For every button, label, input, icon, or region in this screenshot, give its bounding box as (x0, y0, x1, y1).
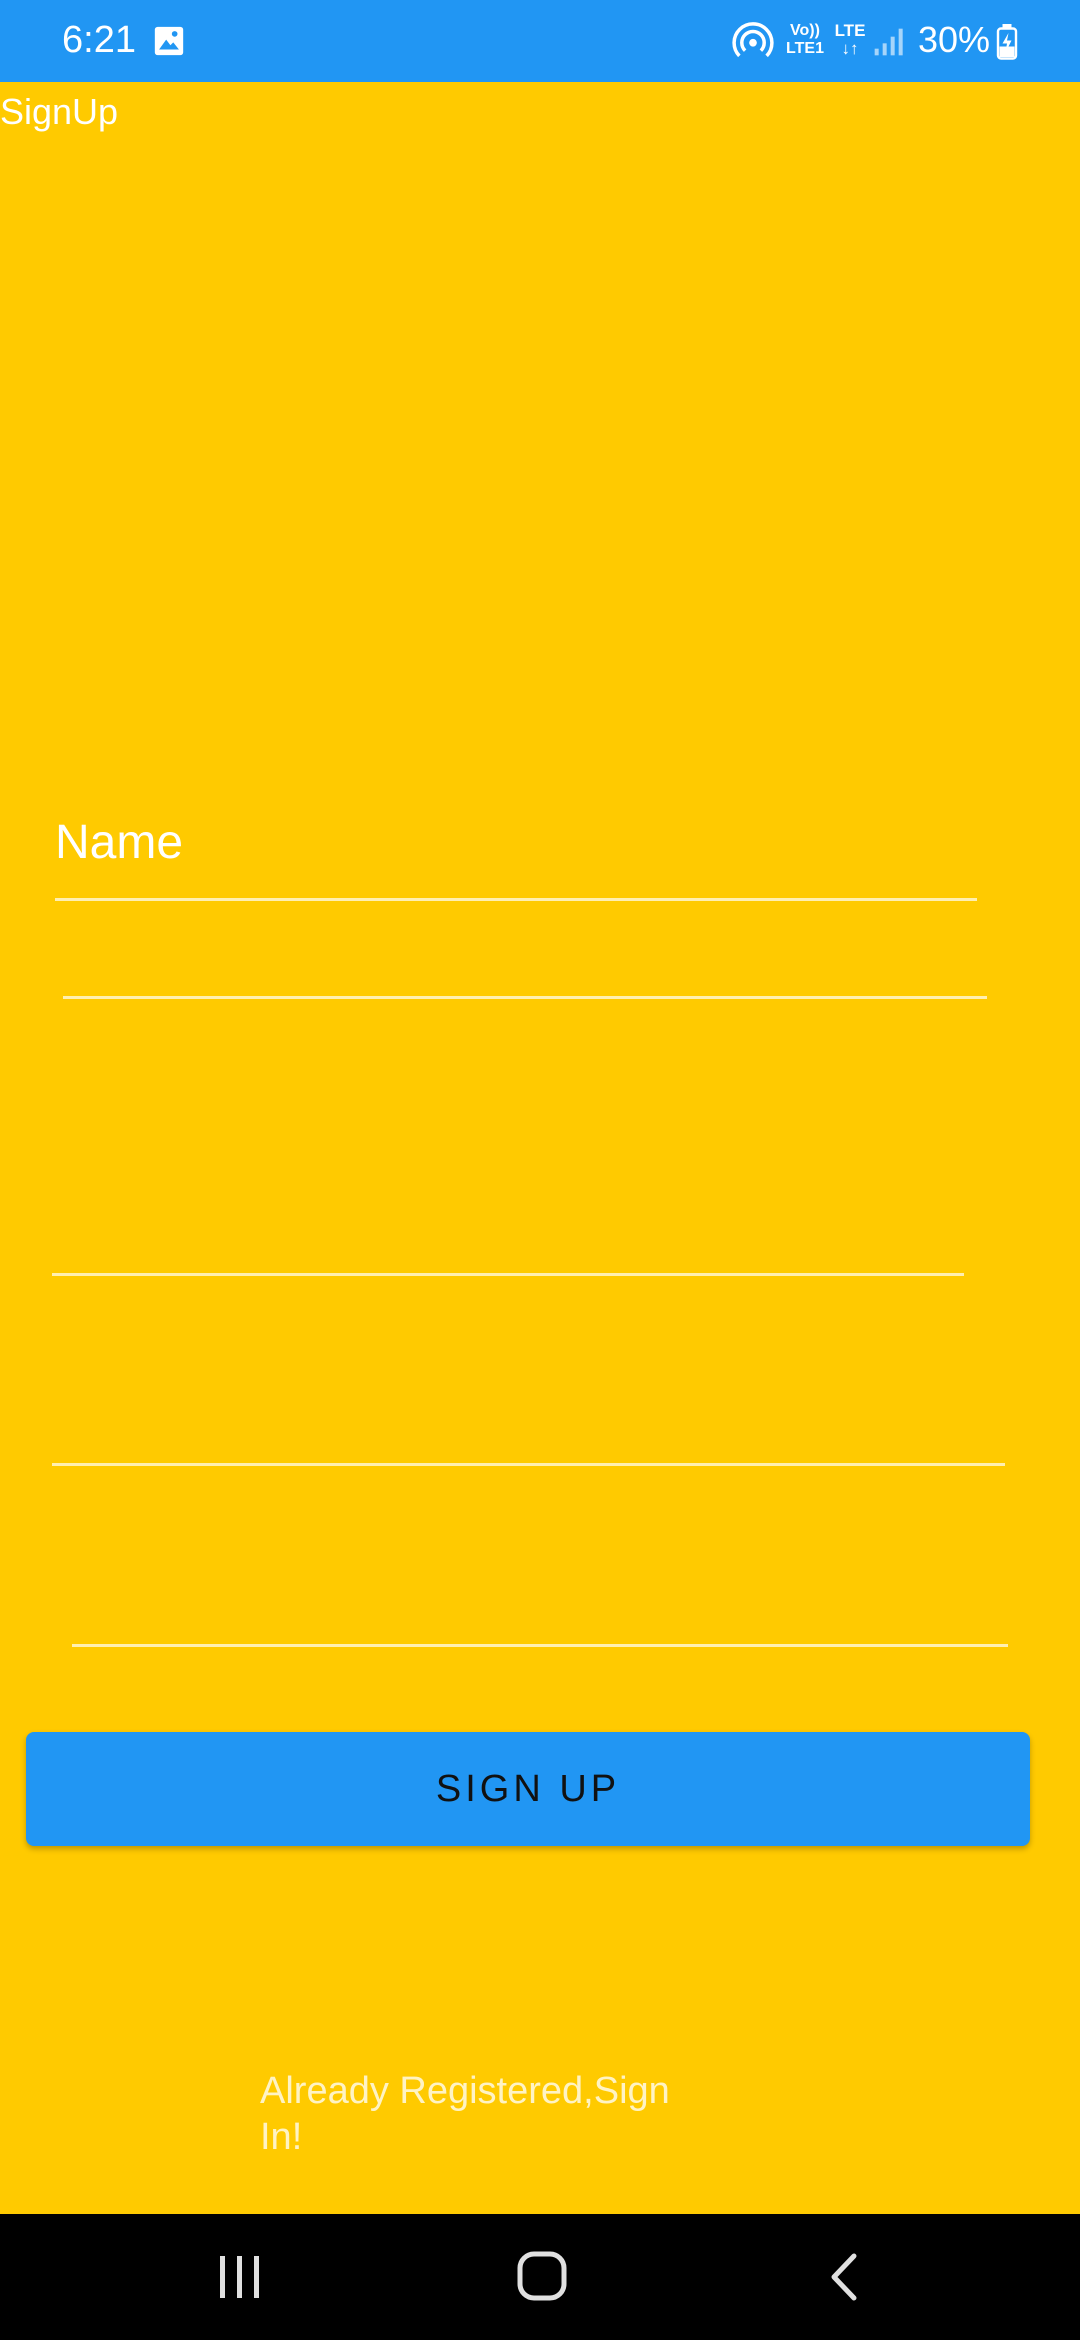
home-icon[interactable] (514, 2248, 570, 2304)
field-5-input[interactable] (72, 1588, 1008, 1644)
recent-apps-icon[interactable] (214, 2250, 266, 2304)
navigation-bar (0, 2214, 1080, 2340)
volte-icon: Vo)) LTE1 (782, 22, 828, 58)
field-2-underline (63, 996, 987, 999)
lte-label: LTE (834, 21, 866, 40)
signup-button[interactable]: SIGN UP (26, 1732, 1030, 1846)
text-field-2[interactable] (63, 940, 987, 999)
battery-icon (996, 24, 1018, 60)
hotspot-icon (732, 22, 774, 58)
text-field-4[interactable] (52, 1407, 1005, 1466)
signal-icon (874, 28, 903, 56)
field-2-input[interactable] (63, 940, 987, 996)
field-4-input[interactable] (52, 1407, 1005, 1463)
battery-percentage: 30% (918, 19, 991, 60)
field-4-underline (52, 1463, 1005, 1466)
text-field-5[interactable] (72, 1588, 1008, 1647)
name-underline (55, 898, 977, 901)
name-input[interactable] (55, 808, 977, 878)
field-3-underline (52, 1273, 964, 1276)
field-5-underline (72, 1644, 1008, 1647)
field-3-input[interactable] (52, 1217, 964, 1273)
volte-label: Vo)) (790, 22, 820, 39)
volte-sublabel: LTE1 (786, 40, 824, 57)
status-time: 6:21 (62, 19, 136, 61)
signin-link[interactable]: Already Registered,Sign In! (260, 2068, 700, 2160)
lte-arrows: ↓↑ (841, 39, 859, 58)
status-bar: 6:21 Vo)) LTE1 LTE ↓↑ 30% (0, 0, 1080, 82)
text-field-3[interactable] (52, 1217, 964, 1276)
app-title: SignUp (0, 91, 119, 132)
back-icon[interactable] (826, 2250, 862, 2304)
name-field[interactable] (55, 808, 977, 901)
gallery-icon (154, 26, 184, 56)
lte-icon: LTE ↓↑ (832, 22, 868, 58)
